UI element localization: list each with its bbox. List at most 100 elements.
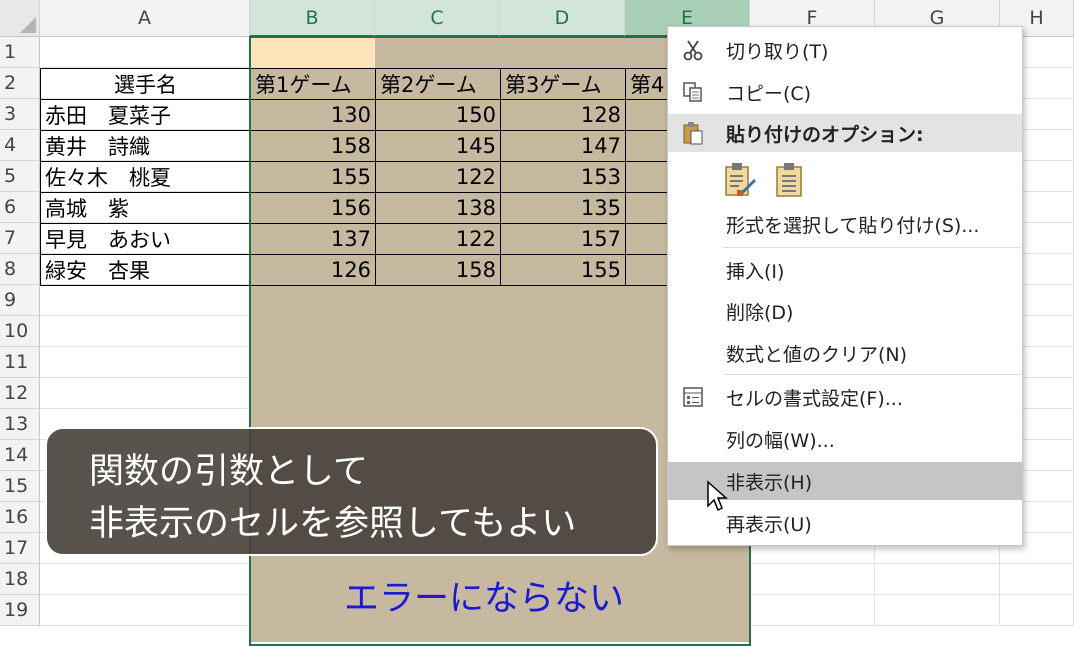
format-cells-icon: [680, 384, 706, 410]
score-cell[interactable]: 128: [500, 99, 626, 131]
menu-item-clear-contents-label: 数式と値のクリア(N): [726, 343, 908, 366]
player-name-cell[interactable]: 佐々木 桃夏: [40, 161, 251, 193]
menu-item-paste-special-label: 形式を選択して貼り付け(S)...: [726, 214, 980, 237]
row-header-12[interactable]: 12: [0, 378, 40, 409]
header-player-name[interactable]: 選手名: [40, 68, 251, 100]
row-header-14[interactable]: 14: [0, 440, 40, 471]
context-menu: 切り取り(T) コピー(C) 貼り付けのオプション: 形式を選択して貼り付け(S…: [667, 26, 1023, 546]
player-name-cell[interactable]: 緑安 杏果: [40, 254, 251, 286]
grid-cell[interactable]: [875, 564, 1000, 595]
header-game-2[interactable]: 第2ゲーム: [375, 68, 501, 100]
menu-item-insert[interactable]: 挿入(I): [668, 251, 1022, 289]
grid-cell[interactable]: [1000, 564, 1074, 595]
grid-cell[interactable]: [40, 37, 250, 68]
player-name-cell[interactable]: 早見 あおい: [40, 223, 251, 255]
row-header-13[interactable]: 13: [0, 409, 40, 440]
score-cell[interactable]: 138: [375, 192, 501, 224]
menu-item-column-width[interactable]: 列の幅(W)...: [668, 420, 1022, 458]
grid-cell[interactable]: [750, 595, 875, 626]
score-cell[interactable]: 158: [250, 130, 376, 162]
menu-item-clear-contents[interactable]: 数式と値のクリア(N): [668, 334, 1022, 372]
copy-icon: [680, 79, 706, 105]
grid-cell[interactable]: [40, 347, 250, 378]
column-header-c[interactable]: C: [375, 0, 500, 37]
grid-cell[interactable]: [40, 316, 250, 347]
header-game-1[interactable]: 第1ゲーム: [250, 68, 376, 100]
score-cell[interactable]: 157: [500, 223, 626, 255]
row-header-17[interactable]: 17: [0, 533, 40, 564]
score-cell[interactable]: 137: [250, 223, 376, 255]
row-header-6[interactable]: 6: [0, 192, 40, 223]
row-header-11[interactable]: 11: [0, 347, 40, 378]
score-cell[interactable]: 122: [375, 223, 501, 255]
column-header-a[interactable]: A: [40, 0, 250, 37]
menu-item-delete[interactable]: 削除(D): [668, 292, 1022, 330]
menu-item-insert-label: 挿入(I): [726, 260, 785, 283]
row-header-4[interactable]: 4: [0, 130, 40, 161]
score-cell[interactable]: 130: [250, 99, 376, 131]
score-cell[interactable]: 126: [250, 254, 376, 286]
menu-item-hide-label: 非表示(H): [726, 471, 813, 494]
menu-item-format-cells-label: セルの書式設定(F)...: [726, 387, 903, 410]
grid-cell[interactable]: [875, 595, 1000, 626]
no-error-note: エラーにならない: [344, 579, 625, 619]
row-header-7[interactable]: 7: [0, 223, 40, 254]
score-cell[interactable]: 156: [250, 192, 376, 224]
scissors-icon: [680, 37, 706, 63]
score-cell[interactable]: 158: [375, 254, 501, 286]
paste-option-buttons: [668, 158, 1022, 202]
row-header-3[interactable]: 3: [0, 99, 40, 130]
select-all-icon: [20, 17, 36, 33]
menu-item-copy-label: コピー(C): [726, 82, 812, 105]
score-cell[interactable]: 155: [250, 161, 376, 193]
paste-options-header: 貼り付けのオプション:: [668, 114, 1022, 152]
player-name-cell[interactable]: 黄井 詩織: [40, 130, 251, 162]
menu-item-delete-label: 削除(D): [726, 301, 794, 324]
grid-cell[interactable]: [1000, 595, 1074, 626]
player-name-cell[interactable]: 高城 紫: [40, 192, 251, 224]
row-header-1[interactable]: 1: [0, 37, 40, 68]
player-name-cell[interactable]: 赤田 夏菜子: [40, 99, 251, 131]
score-cell[interactable]: 135: [500, 192, 626, 224]
caption-overlay: 関数の引数として 非表示のセルを参照してもよい: [45, 427, 658, 556]
row-header-16[interactable]: 16: [0, 502, 40, 533]
grid-cell[interactable]: [750, 564, 875, 595]
score-cell[interactable]: 155: [500, 254, 626, 286]
menu-separator: [723, 247, 1021, 248]
menu-item-cut-label: 切り取り(T): [726, 40, 829, 63]
row-header-19[interactable]: 19: [0, 595, 40, 626]
paste-options-label: 貼り付けのオプション:: [726, 123, 924, 146]
row-header-8[interactable]: 8: [0, 254, 40, 285]
row-header-10[interactable]: 10: [0, 316, 40, 347]
mouse-cursor-icon: [707, 480, 728, 512]
paste-clipboard-icon[interactable]: [774, 162, 804, 203]
caption-line-1: 関数の引数として: [89, 452, 368, 492]
menu-item-paste-special[interactable]: 形式を選択して貼り付け(S)...: [668, 205, 1022, 243]
row-header-2[interactable]: 2: [0, 68, 40, 99]
row-header-9[interactable]: 9: [0, 285, 40, 316]
score-cell[interactable]: 122: [375, 161, 501, 193]
row-header-18[interactable]: 18: [0, 564, 40, 595]
paste-formatting-icon[interactable]: [723, 162, 757, 203]
score-cell[interactable]: 150: [375, 99, 501, 131]
grid-cell[interactable]: [40, 285, 250, 316]
score-cell[interactable]: 145: [375, 130, 501, 162]
row-header-15[interactable]: 15: [0, 471, 40, 502]
grid-cell[interactable]: [40, 378, 250, 409]
menu-item-format-cells[interactable]: セルの書式設定(F)...: [668, 378, 1022, 416]
score-cell[interactable]: 147: [500, 130, 626, 162]
menu-separator: [723, 374, 1021, 375]
header-game-3[interactable]: 第3ゲーム: [500, 68, 626, 100]
score-cell[interactable]: 153: [500, 161, 626, 193]
select-all-corner[interactable]: [0, 0, 40, 37]
menu-item-copy[interactable]: コピー(C): [668, 73, 1022, 111]
row-header-5[interactable]: 5: [0, 161, 40, 192]
column-header-b[interactable]: B: [250, 0, 375, 37]
column-header-d[interactable]: D: [500, 0, 625, 37]
menu-item-column-width-label: 列の幅(W)...: [726, 429, 835, 452]
menu-item-cut[interactable]: 切り取り(T): [668, 31, 1022, 69]
cell-b1[interactable]: [251, 38, 375, 68]
grid-cell[interactable]: [40, 595, 250, 626]
grid-cell[interactable]: [40, 564, 250, 595]
menu-item-unhide-label: 再表示(U): [726, 513, 812, 536]
